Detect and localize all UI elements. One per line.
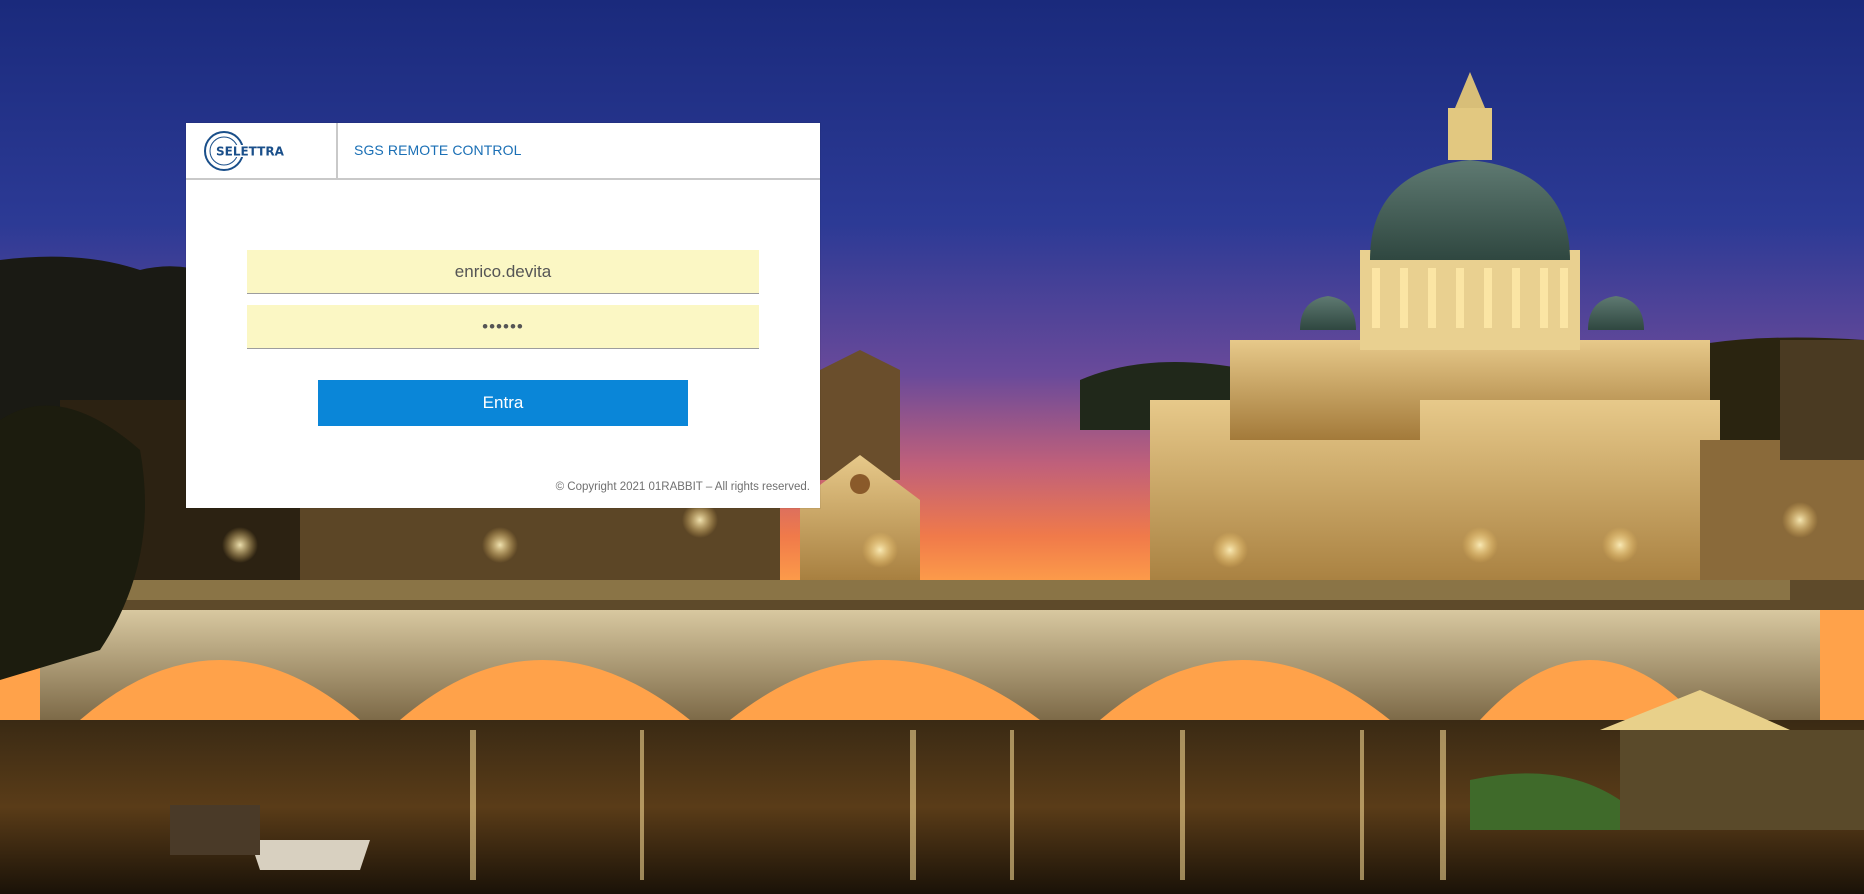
card-header: SELETTRA SGS REMOTE CONTROL [186, 123, 820, 180]
logo: SELETTRA [186, 123, 338, 180]
login-button[interactable]: Entra [318, 380, 688, 426]
selettra-logo-icon: SELETTRA [204, 131, 306, 171]
svg-text:SELETTRA: SELETTRA [216, 145, 285, 159]
copyright-text: © Copyright 2021 01RABBIT – All rights r… [555, 481, 810, 493]
login-card: SELETTRA SGS REMOTE CONTROL Entra © Copy… [186, 123, 820, 508]
username-field[interactable] [247, 250, 759, 294]
app-title: SGS REMOTE CONTROL [354, 142, 522, 158]
password-field[interactable] [247, 305, 759, 349]
